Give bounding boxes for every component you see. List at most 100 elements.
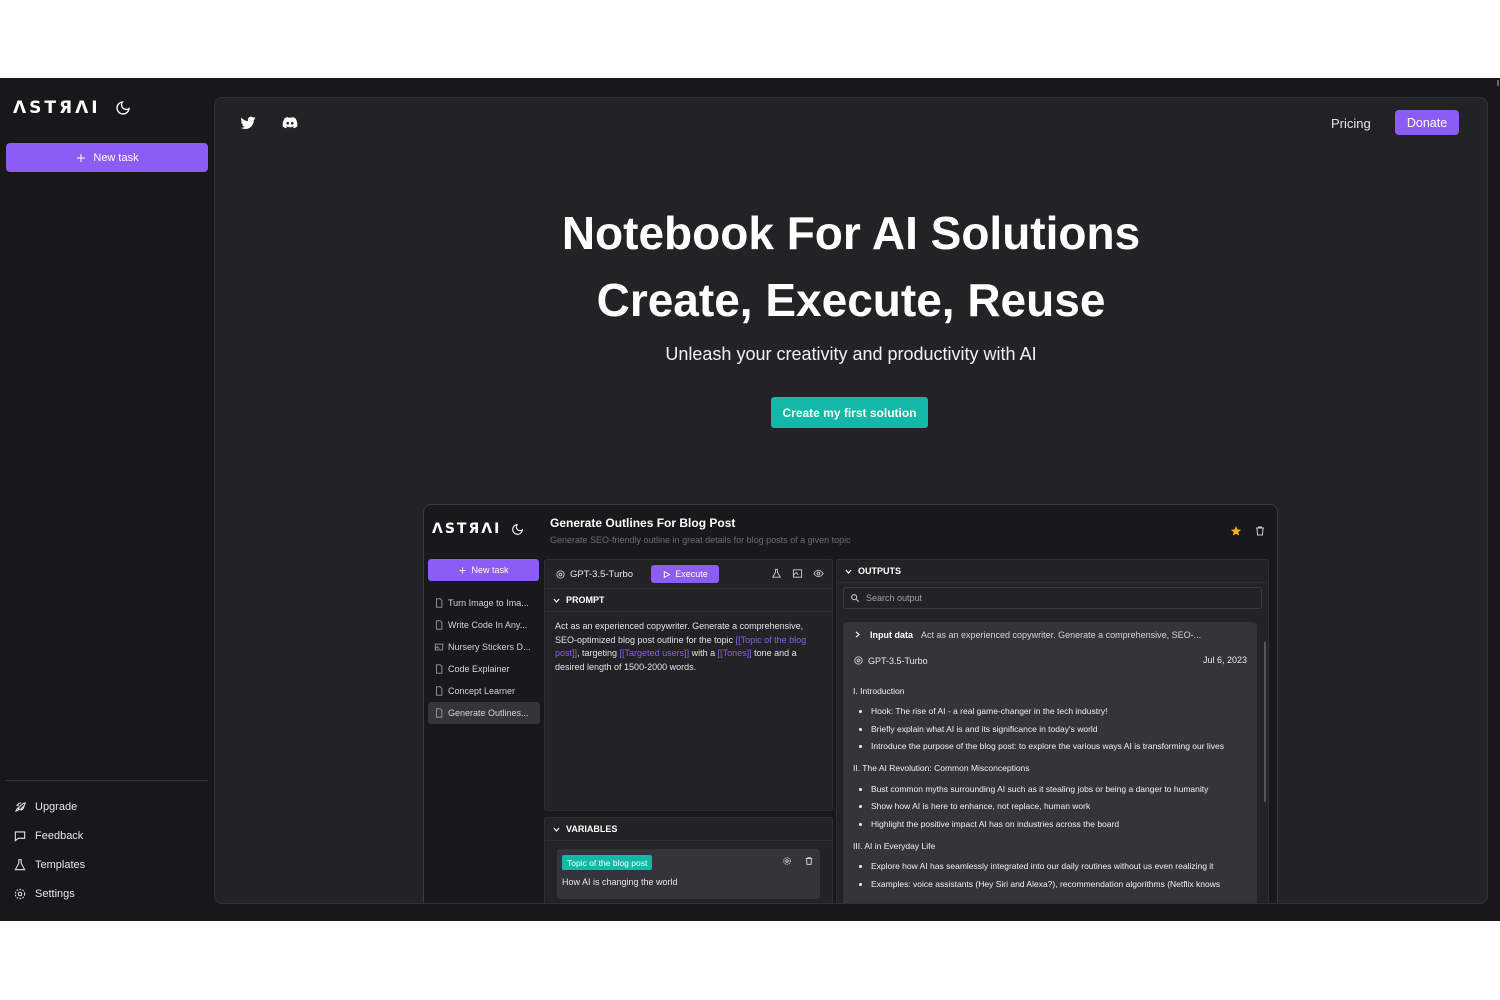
- list-item-label: Turn Image to Ima...: [448, 598, 529, 608]
- logo-row: ΛSTЯΛI: [13, 98, 131, 118]
- preview-logo: ΛSTЯΛI: [432, 521, 502, 537]
- model-label: GPT-3.5-Turbo: [570, 568, 634, 580]
- search-output-input: Search output: [843, 587, 1262, 609]
- sidebar-menu: Upgrade Feedback Templates Settings: [13, 792, 85, 908]
- outline-item: Bust common myths surrounding AI such as…: [871, 781, 1253, 799]
- prompt-section-header: PROMPT: [545, 589, 832, 612]
- sidebar-item-label: Templates: [35, 858, 86, 871]
- openai-icon: [854, 656, 863, 665]
- output-card: Input data Act as an experienced copywri…: [843, 622, 1257, 903]
- variable-actions: [782, 856, 814, 866]
- social-links: [239, 114, 299, 132]
- discord-icon[interactable]: [281, 114, 299, 132]
- sidebar-item-feedback[interactable]: Feedback: [13, 821, 85, 850]
- outline-item: Show how AI is here to enhance, not repl…: [871, 798, 1253, 816]
- sidebar-item-settings[interactable]: Settings: [13, 879, 85, 908]
- input-data-value: Act as an experienced copywriter. Genera…: [921, 630, 1202, 640]
- variables-heading: VARIABLES: [566, 824, 618, 834]
- sidebar-divider: [6, 780, 208, 781]
- flask-icon: [14, 858, 26, 870]
- outline-item: Introduce the purpose of the blog post: …: [871, 738, 1253, 756]
- chat-bubble-icon: [14, 830, 26, 842]
- outline-item: Hook: The rise of AI - a real game-chang…: [871, 703, 1253, 721]
- twitter-icon[interactable]: [239, 114, 257, 132]
- eye-icon: [813, 569, 824, 578]
- sidebar-item-label: Settings: [35, 887, 75, 900]
- input-data-row: Input data Act as an experienced copywri…: [853, 630, 1201, 640]
- list-item-label: Write Code In Any...: [448, 620, 528, 630]
- image-icon: [434, 643, 444, 651]
- plus-icon: [459, 567, 466, 573]
- chevron-right-icon: [855, 631, 860, 638]
- list-item: Concept Learner: [428, 680, 540, 702]
- output-model-label: GPT-3.5-Turbo: [868, 655, 928, 666]
- list-item-label: Code Explainer: [448, 664, 510, 674]
- search-placeholder: Search output: [866, 593, 923, 603]
- hero-title-line1: Notebook For AI Solutions: [561, 207, 1141, 259]
- prompt-variable: [[Tones]]: [717, 648, 752, 658]
- document-icon: [436, 664, 443, 674]
- output-outline: I. Introduction Hook: The rise of AI - a…: [853, 678, 1253, 893]
- prompt-text-part: with a: [689, 648, 718, 658]
- preview-new-task-label: New task: [471, 565, 509, 575]
- input-data-label: Input data: [870, 630, 913, 640]
- variable-tag: Topic of the blog post: [562, 855, 653, 870]
- preview-outputs-panel: OUTPUTS Search output Input data Act as …: [836, 559, 1269, 903]
- trash-icon: [1256, 526, 1264, 536]
- list-item: Nursery Stickers D...: [428, 636, 540, 658]
- trash-icon: [805, 857, 813, 865]
- sidebar-item-upgrade[interactable]: Upgrade: [13, 792, 85, 821]
- model-selector: GPT-3.5-Turbo: [555, 569, 633, 580]
- main-panel: Pricing Donate Notebook For AI Solutions…: [214, 97, 1488, 904]
- preview-task-description: Generate SEO-friendly outline in great d…: [550, 535, 851, 545]
- variable-card: Topic of the blog post How AI is changin…: [557, 849, 820, 899]
- app-preview-screenshot: ΛSTЯΛI Generate Outlines For Blog Post G…: [423, 504, 1278, 903]
- preview-variables-panel: VARIABLES Topic of the blog post How AI …: [544, 817, 833, 903]
- new-task-button[interactable]: New task: [6, 143, 208, 172]
- create-solution-button[interactable]: Create my first solution: [771, 397, 928, 428]
- list-item: Generate Outlines...: [428, 702, 540, 724]
- openai-icon: [556, 569, 565, 579]
- preview-logo-row: ΛSTЯΛI: [432, 521, 524, 537]
- document-icon: [436, 686, 443, 696]
- pricing-link[interactable]: Pricing: [1331, 116, 1371, 131]
- hero-title-line2: Create, Execute, Reuse: [596, 274, 1106, 326]
- outline-item: Briefly explain what AI is and its signi…: [871, 721, 1253, 739]
- search-icon: [851, 594, 860, 603]
- outline-item: Examples: voice assistants (Hey Siri and…: [871, 876, 1253, 894]
- sidebar-item-label: Upgrade: [35, 800, 78, 813]
- toolbar-icons: [771, 568, 824, 579]
- execute-button: Execute: [651, 565, 720, 583]
- outline-heading: I. Introduction: [853, 685, 905, 696]
- outline-heading: III. AI in Everyday Life: [853, 840, 936, 851]
- prompt-variable: [[Targeted users]]: [619, 648, 690, 658]
- outline-item: Highlight the positive impact AI has on …: [871, 816, 1253, 834]
- execute-label: Execute: [675, 569, 708, 579]
- variables-section-header: VARIABLES: [545, 818, 832, 841]
- prompt-text-part: , targeting: [577, 648, 620, 658]
- window-corner-mark: [1497, 80, 1499, 86]
- preview-task-list: Turn Image to Ima... Write Code In Any..…: [428, 592, 540, 724]
- output-scrollbar: [1264, 642, 1266, 802]
- chevron-down-icon: [845, 569, 852, 574]
- list-item: Turn Image to Ima...: [428, 592, 540, 614]
- image-icon: [792, 569, 803, 578]
- list-item-label: Concept Learner: [448, 686, 516, 696]
- play-icon: [664, 570, 671, 578]
- sidebar-item-templates[interactable]: Templates: [13, 850, 85, 879]
- list-item-label: Generate Outlines...: [448, 708, 529, 718]
- flask-icon: [772, 568, 781, 578]
- prompt-text: Act as an experienced copywriter. Genera…: [545, 612, 832, 682]
- output-model: GPT-3.5-Turbo: [853, 655, 928, 666]
- moon-icon[interactable]: [115, 100, 131, 116]
- chevron-down-icon: [553, 827, 560, 832]
- outputs-heading: OUTPUTS: [858, 566, 902, 576]
- list-item-label: Nursery Stickers D...: [448, 642, 531, 652]
- donate-button[interactable]: Donate: [1395, 110, 1459, 135]
- logo[interactable]: ΛSTЯΛI: [13, 98, 101, 118]
- document-icon: [436, 708, 443, 718]
- list-item: Write Code In Any...: [428, 614, 540, 636]
- variable-value: How AI is changing the world: [562, 877, 678, 887]
- rocket-icon: [15, 801, 26, 812]
- app-window: ΛSTЯΛI New task Upgrade Feedback Templat…: [0, 78, 1500, 921]
